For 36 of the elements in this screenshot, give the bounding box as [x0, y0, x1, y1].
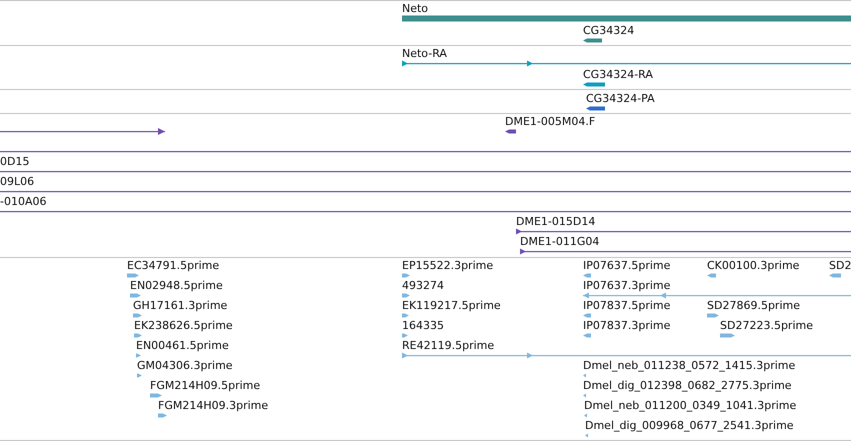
feature-label: SD27223.5prime — [720, 318, 813, 332]
feature-label: GH17161.3prime — [133, 298, 228, 312]
feature-label: FGM214H09.3prime — [158, 398, 268, 412]
feature-label: Dmel_dig_012398_0682_2775.3prime — [583, 378, 792, 392]
feature-label: 0D15 — [0, 154, 30, 168]
feature-label: Dmel_neb_011238_0572_1415.3prime — [583, 358, 796, 372]
feature-label: Neto-RA — [402, 46, 447, 60]
feature-label: Neto — [402, 2, 428, 14]
feature-label: RE42119.5prime — [402, 338, 494, 352]
feature-label: CK00100.3prime — [707, 258, 800, 272]
feature-label: DME1-005M04.F — [505, 114, 596, 128]
feature-label: 09L06 — [0, 174, 34, 188]
feature-label: IP07637.3prime — [583, 278, 670, 292]
feature-label: FGM214H09.5prime — [150, 378, 260, 392]
feature-label: EN00461.5prime — [136, 338, 229, 352]
feature-label: IP07837.3prime — [583, 318, 670, 332]
feature-label: IP07637.5prime — [583, 258, 670, 272]
feature-label: 493274 — [402, 278, 444, 292]
feature-label: SD2 — [829, 258, 851, 272]
feature-label: EK119217.5prime — [402, 298, 501, 312]
feature-label: IP07837.5prime — [583, 298, 670, 312]
feature-label: CG34324 — [583, 24, 634, 36]
feature-label: CG34324-PA — [586, 92, 655, 104]
feature-label: EP15522.3prime — [402, 258, 494, 272]
feature-label: -010A06 — [0, 194, 46, 208]
feature-label: EC34791.5prime — [127, 258, 220, 272]
feature-label: CG34324-RA — [583, 68, 653, 80]
feature-label: SD27869.5prime — [707, 298, 800, 312]
feature-label: Dmel_dig_009968_0677_2541.3prime — [585, 418, 794, 432]
feature-label: EK238626.5prime — [134, 318, 233, 332]
feature-label: Dmel_neb_011200_0349_1041.3prime — [584, 398, 796, 412]
feature-label: EN02948.5prime — [130, 278, 223, 292]
feature-label: 164335 — [402, 318, 444, 332]
feature-label: GM04306.3prime — [137, 358, 233, 372]
feature-label: DME1-015D14 — [516, 214, 596, 228]
feature-label: DME1-011G04 — [520, 234, 600, 248]
